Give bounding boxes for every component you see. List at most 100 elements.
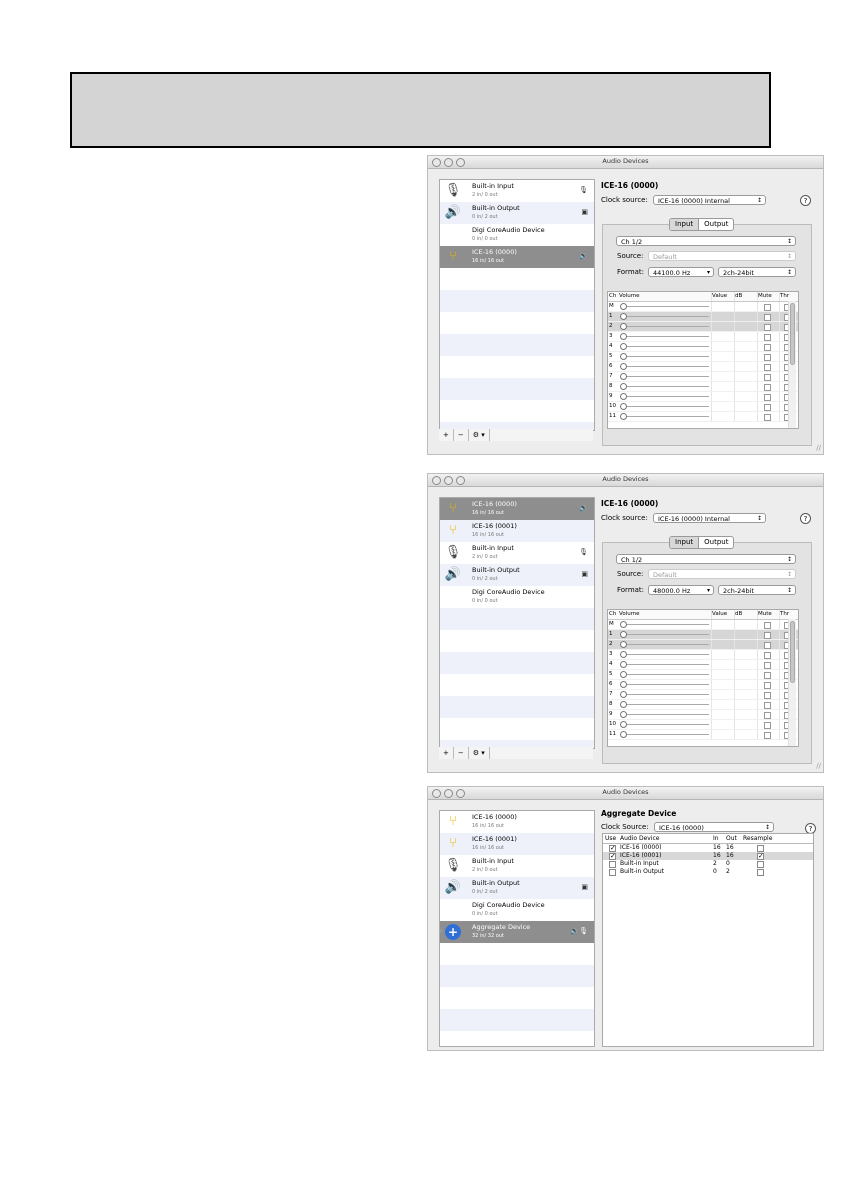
mute-checkbox[interactable] (764, 314, 771, 321)
mute-checkbox[interactable] (764, 712, 771, 719)
slider-knob[interactable] (620, 383, 627, 390)
mute-checkbox[interactable] (764, 732, 771, 739)
slider-knob[interactable] (620, 393, 627, 400)
mute-checkbox[interactable] (764, 404, 771, 411)
add-device-button[interactable]: + (439, 429, 454, 441)
mute-checkbox[interactable] (764, 394, 771, 401)
sample-rate-select[interactable]: 48000.0 Hz ▾ (648, 585, 714, 595)
tab-input[interactable]: Input (670, 219, 700, 230)
volume-slider[interactable] (619, 402, 711, 411)
resize-grip-icon[interactable]: ∕∕ (816, 762, 821, 770)
use-checkbox[interactable]: ✓ (609, 853, 616, 860)
bit-format-select[interactable]: 2ch-24bit ↕ (718, 267, 796, 277)
volume-slider[interactable] (619, 650, 711, 659)
slider-knob[interactable] (620, 701, 627, 708)
mute-checkbox[interactable] (764, 692, 771, 699)
slider-knob[interactable] (620, 303, 627, 310)
volume-slider[interactable] (619, 302, 711, 311)
mute-checkbox[interactable] (764, 364, 771, 371)
resample-checkbox[interactable] (757, 845, 764, 852)
device-aggregate[interactable]: ▶ + Aggregate Device 32 in/ 32 out 🔉🎙 (440, 921, 594, 943)
device-ice16-0001[interactable]: ⑂ ICE-16 (0001) 16 in/ 16 out (440, 833, 594, 855)
volume-slider[interactable] (619, 640, 711, 649)
resample-checkbox[interactable] (757, 869, 764, 876)
resample-checkbox[interactable] (757, 861, 764, 868)
volume-slider[interactable] (619, 690, 711, 699)
slider-knob[interactable] (620, 671, 627, 678)
volume-slider[interactable] (619, 372, 711, 381)
slider-knob[interactable] (620, 333, 627, 340)
slider-knob[interactable] (620, 641, 627, 648)
slider-knob[interactable] (620, 353, 627, 360)
volume-slider[interactable] (619, 362, 711, 371)
device-ice16-0000[interactable]: ⑂ ICE-16 (0000) 16 in/ 16 out (440, 811, 594, 833)
volume-slider[interactable] (619, 332, 711, 341)
vertical-scrollbar[interactable] (788, 301, 796, 428)
volume-slider[interactable] (619, 382, 711, 391)
disclosure-triangle-icon[interactable]: ▶ (440, 928, 444, 934)
slider-knob[interactable] (620, 691, 627, 698)
use-checkbox[interactable]: ✓ (609, 845, 616, 852)
mute-checkbox[interactable] (764, 682, 771, 689)
slider-knob[interactable] (620, 631, 627, 638)
slider-knob[interactable] (620, 313, 627, 320)
volume-slider[interactable] (619, 412, 711, 421)
slider-knob[interactable] (620, 343, 627, 350)
slider-knob[interactable] (620, 731, 627, 738)
mute-checkbox[interactable] (764, 384, 771, 391)
channel-select[interactable]: Ch 1/2 ↕ (616, 236, 796, 246)
volume-slider[interactable] (619, 322, 711, 331)
slider-knob[interactable] (620, 681, 627, 688)
volume-slider[interactable] (619, 352, 711, 361)
mute-checkbox[interactable] (764, 334, 771, 341)
remove-device-button[interactable]: − (454, 747, 469, 759)
device-ice16-0000[interactable]: ⑂ ICE-16 (0000) 16 in/ 16 out 🔉 (440, 246, 594, 268)
volume-slider[interactable] (619, 342, 711, 351)
scroll-thumb[interactable] (790, 621, 795, 683)
remove-device-button[interactable]: − (454, 429, 469, 441)
slider-knob[interactable] (620, 403, 627, 410)
help-button[interactable]: ? (800, 513, 811, 524)
slider-knob[interactable] (620, 711, 627, 718)
mute-checkbox[interactable] (764, 622, 771, 629)
mute-checkbox[interactable] (764, 722, 771, 729)
slider-knob[interactable] (620, 373, 627, 380)
mute-checkbox[interactable] (764, 344, 771, 351)
mute-checkbox[interactable] (764, 662, 771, 669)
volume-slider[interactable] (619, 730, 711, 739)
bit-format-select[interactable]: 2ch-24bit ↕ (718, 585, 796, 595)
resize-grip-icon[interactable]: ∕∕ (816, 444, 821, 452)
volume-slider[interactable] (619, 680, 711, 689)
slider-knob[interactable] (620, 651, 627, 658)
slider-knob[interactable] (620, 363, 627, 370)
channel-select[interactable]: Ch 1/2 ↕ (616, 554, 796, 564)
mute-checkbox[interactable] (764, 354, 771, 361)
mute-checkbox[interactable] (764, 672, 771, 679)
clock-source-select[interactable]: ICE-16 (0000) Internal ↕ (653, 195, 766, 205)
device-ice16-0000[interactable]: ⑂ ICE-16 (0000) 16 in/ 16 out 🔉 (440, 498, 594, 520)
slider-knob[interactable] (620, 413, 627, 420)
clock-source-select[interactable]: ICE-16 (0000) Internal ↕ (653, 513, 766, 523)
mute-checkbox[interactable] (764, 652, 771, 659)
device-list[interactable]: ⑂ ICE-16 (0000) 16 in/ 16 out 🔉 ⑂ ICE-16… (439, 497, 595, 749)
device-built-in-output[interactable]: 🔊 Built-in Output 0 in/ 2 out ▣ (440, 202, 594, 224)
volume-slider[interactable] (619, 392, 711, 401)
clock-source-select[interactable]: ICE-16 (0000) ↕ (654, 822, 774, 832)
slider-knob[interactable] (620, 661, 627, 668)
mute-checkbox[interactable] (764, 642, 771, 649)
volume-slider[interactable] (619, 620, 711, 629)
device-digi-coreaudio[interactable]: Digi CoreAudio Device 0 in/ 0 out (440, 899, 594, 921)
device-built-in-input[interactable]: 🎙 Built-in Input 2 in/ 0 out 🎙 (440, 542, 594, 564)
device-list[interactable]: ⑂ ICE-16 (0000) 16 in/ 16 out ⑂ ICE-16 (… (439, 810, 595, 1047)
help-button[interactable]: ? (800, 195, 811, 206)
use-checkbox[interactable] (609, 869, 616, 876)
sample-rate-select[interactable]: 44100.0 Hz ▾ (648, 267, 714, 277)
device-built-in-output[interactable]: 🔊 Built-in Output 0 in/ 2 out ▣ (440, 564, 594, 586)
device-digi-coreaudio[interactable]: Digi CoreAudio Device 0 in/ 0 out (440, 224, 594, 246)
device-built-in-output[interactable]: 🔊 Built-in Output 0 in/ 2 out ▣ (440, 877, 594, 899)
volume-slider[interactable] (619, 312, 711, 321)
mute-checkbox[interactable] (764, 632, 771, 639)
gear-menu-button[interactable]: ⚙ ▾ (469, 429, 490, 441)
volume-slider[interactable] (619, 660, 711, 669)
mute-checkbox[interactable] (764, 324, 771, 331)
